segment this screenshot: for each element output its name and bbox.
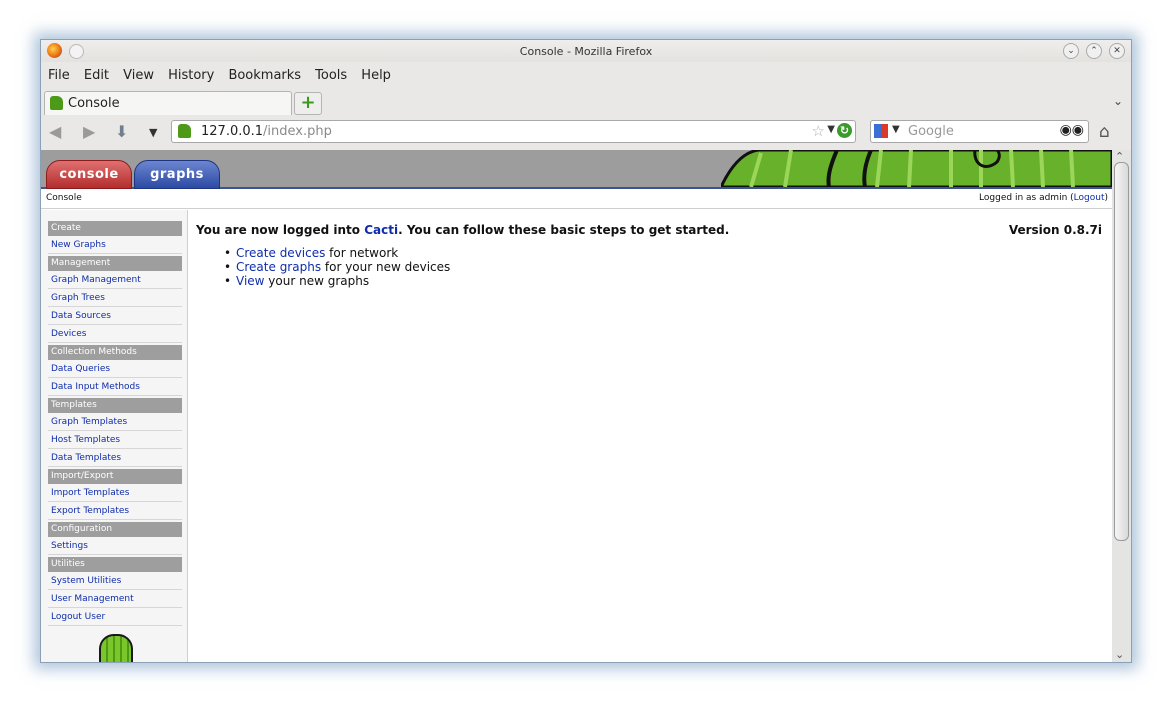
cactus-banner-art: [721, 150, 1112, 187]
menu-item-host-templates[interactable]: Host Templates: [48, 433, 182, 449]
search-binoculars-icon[interactable]: ◉◉: [1060, 122, 1084, 138]
bookmark-star-icon[interactable]: ☆: [812, 122, 825, 140]
url-host: 127.0.0.1: [201, 124, 264, 139]
step-text: for network: [325, 246, 399, 260]
page-content: console graphs Console Logged in as admi…: [41, 150, 1112, 662]
menu-bookmarks[interactable]: Bookmarks: [228, 65, 301, 87]
download-arrow-icon[interactable]: ⬇: [115, 122, 128, 141]
search-bar[interactable]: ▼ Google ◉◉: [870, 120, 1089, 143]
scroll-down-arrow-icon[interactable]: ⌄: [1115, 648, 1124, 661]
menu-bar: File Edit View History Bookmarks Tools H…: [41, 64, 1131, 86]
menu-file[interactable]: File: [48, 65, 70, 87]
scrollbar-thumb[interactable]: [1114, 162, 1129, 541]
step-text: your new graphs: [264, 274, 370, 288]
close-window-button[interactable]: ✕: [1109, 43, 1125, 59]
menu-section-collection-methods: Collection Methods: [48, 345, 182, 360]
breadcrumb: Console: [46, 193, 82, 203]
menu-view[interactable]: View: [123, 65, 154, 87]
console-tab[interactable]: console: [46, 160, 132, 189]
engine-dropdown-chevron-icon[interactable]: ▼: [892, 124, 900, 135]
forward-arrow-icon[interactable]: ▶: [83, 122, 95, 141]
cacti-favicon-icon: [50, 96, 63, 110]
graphs-tab[interactable]: graphs: [134, 160, 220, 189]
menu-tools[interactable]: Tools: [315, 65, 347, 87]
history-dropdown-chevron-icon[interactable]: ▼: [149, 126, 157, 139]
menu-help[interactable]: Help: [361, 65, 391, 87]
step-item: Create graphs for your new devices: [224, 260, 451, 274]
back-arrow-icon[interactable]: ◀: [49, 122, 61, 141]
step-item: View your new graphs: [224, 274, 450, 288]
url-bar[interactable]: 127.0.0.1/index.php ☆ ▼ ↻: [171, 120, 856, 143]
menu-item-export-templates[interactable]: Export Templates: [48, 504, 182, 520]
breadcrumb-bar: Console Logged in as admin (Logout): [41, 189, 1112, 209]
getting-started-steps: Create devices for network Create graphs…: [224, 246, 451, 288]
intro-text-after: . You can follow these basic steps to ge…: [398, 223, 730, 237]
reload-icon[interactable]: ↻: [837, 123, 852, 138]
menu-history[interactable]: History: [168, 65, 214, 87]
menu-section-import-export: Import/Export: [48, 469, 182, 484]
title-bar: Console - Mozilla Firefox ⌄ ⌃ ✕: [41, 40, 1131, 62]
login-status: Logged in as admin (Logout): [979, 193, 1108, 203]
cacti-link[interactable]: Cacti: [364, 223, 398, 237]
search-placeholder: Google: [908, 124, 954, 139]
menu-item-user-management[interactable]: User Management: [48, 592, 182, 608]
console-menu: Create New Graphs Management Graph Manageme…: [48, 221, 182, 628]
menu-item-settings[interactable]: Settings: [48, 539, 182, 555]
browser-tab-console[interactable]: Console: [44, 91, 292, 115]
cacti-banner: console graphs: [41, 150, 1112, 189]
login-text: Logged in as admin (: [979, 193, 1074, 203]
sidebar: Create New Graphs Management Graph Manageme…: [41, 210, 188, 662]
menu-section-create: Create: [48, 221, 182, 236]
menu-item-graph-templates[interactable]: Graph Templates: [48, 415, 182, 431]
tab-label: Console: [68, 96, 120, 111]
google-engine-icon[interactable]: [874, 124, 888, 138]
menu-item-logout-user[interactable]: Logout User: [48, 610, 182, 626]
vertical-scrollbar[interactable]: ⌃ ⌄: [1112, 150, 1131, 662]
home-icon[interactable]: ⌂: [1099, 122, 1110, 142]
create-graphs-link[interactable]: Create graphs: [236, 260, 321, 274]
create-devices-link[interactable]: Create devices: [236, 246, 325, 260]
welcome-message: You are now logged into Cacti. You can f…: [196, 223, 729, 237]
intro-text-before: You are now logged into: [196, 223, 365, 237]
site-identity-icon[interactable]: [178, 124, 191, 138]
menu-item-graph-management[interactable]: Graph Management: [48, 273, 182, 289]
menu-item-devices[interactable]: Devices: [48, 327, 182, 343]
menu-section-configuration: Configuration: [48, 522, 182, 537]
menu-section-utilities: Utilities: [48, 557, 182, 572]
login-close-paren: ): [1104, 193, 1108, 203]
menu-edit[interactable]: Edit: [84, 65, 109, 87]
menu-item-data-sources[interactable]: Data Sources: [48, 309, 182, 325]
minimize-button[interactable]: ⌄: [1063, 43, 1079, 59]
step-text: for your new devices: [321, 260, 451, 274]
tab-bar: Console + ⌄: [41, 90, 1131, 116]
menu-section-templates: Templates: [48, 398, 182, 413]
url-text[interactable]: 127.0.0.1/index.php: [201, 124, 332, 139]
url-path: /index.php: [263, 124, 332, 139]
view-link[interactable]: View: [236, 274, 264, 288]
menu-item-new-graphs[interactable]: New Graphs: [48, 238, 182, 254]
menu-item-data-templates[interactable]: Data Templates: [48, 451, 182, 467]
window-title: Console - Mozilla Firefox: [519, 45, 653, 58]
menu-item-system-utilities[interactable]: System Utilities: [48, 574, 182, 590]
menu-item-graph-trees[interactable]: Graph Trees: [48, 291, 182, 307]
url-dropdown-chevron-icon[interactable]: ▼: [827, 124, 835, 135]
navigation-toolbar: ◀ ▶ ⬇ ▼ 127.0.0.1/index.php ☆ ▼ ↻ ▼ Goog…: [41, 117, 1131, 149]
cacti-logo-icon: [99, 634, 133, 662]
menu-item-data-input-methods[interactable]: Data Input Methods: [48, 380, 182, 396]
maximize-button[interactable]: ⌃: [1086, 43, 1102, 59]
menu-item-data-queries[interactable]: Data Queries: [48, 362, 182, 378]
logout-link[interactable]: Logout: [1074, 193, 1105, 203]
browser-window: Console - Mozilla Firefox ⌄ ⌃ ✕ File Edi…: [40, 39, 1132, 663]
tab-list-chevron-icon[interactable]: ⌄: [1113, 94, 1123, 108]
step-item: Create devices for network: [224, 246, 450, 260]
new-tab-button[interactable]: +: [294, 92, 322, 115]
menu-section-management: Management: [48, 256, 182, 271]
version-label: Version 0.8.7i: [1008, 223, 1102, 237]
menu-item-import-templates[interactable]: Import Templates: [48, 486, 182, 502]
